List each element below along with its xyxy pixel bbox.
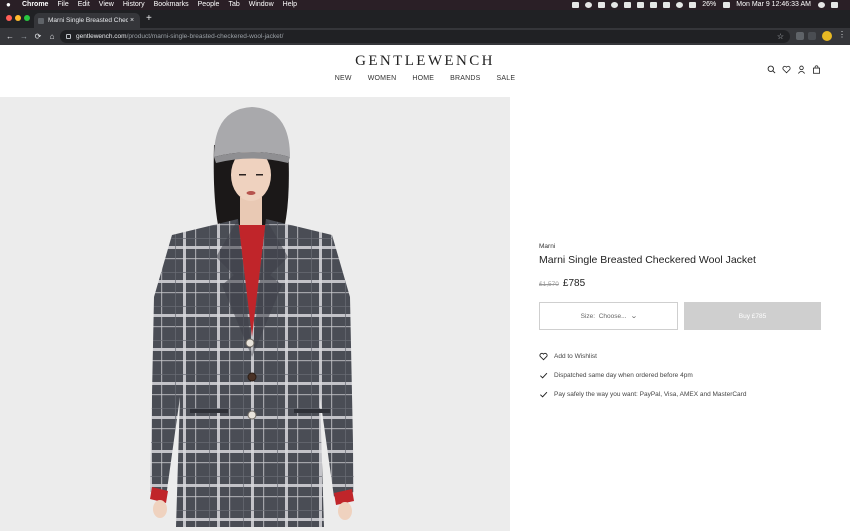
product-brand[interactable]: Marni [539, 243, 829, 250]
battery-percent[interactable]: 26% [702, 0, 716, 10]
volume-icon[interactable] [689, 2, 697, 8]
menu-app-chrome[interactable]: Chrome [22, 0, 48, 10]
size-label: Size: [580, 312, 596, 320]
account-icon[interactable] [797, 65, 806, 74]
url-host: gentlewench.com [76, 33, 127, 40]
browser-menu-icon[interactable]: ⋮ [838, 30, 846, 39]
tab-title: Marni Single Breasted Checkered [48, 17, 128, 24]
new-tab-button[interactable]: + [146, 14, 152, 24]
product-benefits: Add to Wishlist Dispatched same day when… [539, 352, 829, 399]
nav-women[interactable]: WOMEN [368, 75, 397, 82]
battery-icon[interactable] [723, 2, 731, 8]
benefit-dispatch: Dispatched same day when ordered before … [539, 371, 829, 380]
wishlist-label: Add to Wishlist [554, 353, 597, 360]
nav-sale[interactable]: SALE [497, 75, 516, 82]
model-jacket-illustration [150, 107, 354, 527]
spotlight-icon[interactable] [818, 2, 825, 8]
control-center-icon[interactable] [831, 2, 838, 8]
browser-tab-active[interactable]: Marni Single Breasted Checkered × [34, 13, 140, 28]
wifi-icon[interactable] [676, 2, 684, 8]
apple-menu-icon[interactable]: ● [6, 0, 14, 10]
menu-people[interactable]: People [198, 0, 220, 10]
zoom-window-icon[interactable] [24, 15, 30, 21]
site-logo[interactable]: GENTLEWENCH [0, 53, 850, 70]
product-image[interactable] [0, 97, 510, 531]
checkmark-icon [540, 372, 548, 379]
back-button[interactable]: ← [3, 32, 17, 41]
menu-file[interactable]: File [57, 0, 68, 10]
tab-strip: Marni Single Breasted Checkered × + [0, 10, 850, 28]
nav-brands[interactable]: BRANDS [450, 75, 480, 82]
browser-toolbar: ← → ⟳ ⌂ gentlewench.com/product/marni-si… [0, 28, 850, 45]
tab-close-icon[interactable]: × [128, 17, 136, 24]
menubar-clock[interactable]: Mon Mar 9 12:46:33 AM [736, 0, 811, 10]
chevron-down-icon: ⌄ [629, 313, 638, 320]
nav-new[interactable]: NEW [335, 75, 352, 82]
header-icons [767, 65, 821, 74]
bluetooth-icon[interactable] [663, 2, 671, 8]
info-icon[interactable] [611, 2, 619, 8]
close-window-icon[interactable] [6, 15, 12, 21]
notes-icon[interactable] [637, 2, 645, 8]
macos-menu-bar: ● Chrome File Edit View History Bookmark… [0, 0, 850, 10]
dispatch-text: Dispatched same day when ordered before … [554, 372, 693, 379]
menu-help[interactable]: Help [283, 0, 297, 10]
minimize-window-icon[interactable] [15, 15, 21, 21]
lock-icon[interactable] [66, 34, 71, 39]
bookmark-star-icon[interactable]: ☆ [777, 32, 784, 41]
extension-pocket-icon[interactable] [796, 32, 804, 40]
home-button[interactable]: ⌂ [45, 32, 59, 41]
clipboard-icon[interactable] [624, 2, 632, 8]
site-header: GENTLEWENCH NEW WOMEN HOME BRANDS SALE [0, 45, 850, 97]
wishlist-heart-icon[interactable] [782, 65, 791, 74]
menu-view[interactable]: View [99, 0, 114, 10]
menu-window[interactable]: Window [249, 0, 274, 10]
site-favicon-icon [38, 17, 44, 24]
reload-button[interactable]: ⟳ [31, 32, 45, 41]
stack-icon[interactable] [650, 2, 658, 8]
benefit-payment: Pay safely the way you want: PayPal, Vis… [539, 390, 829, 399]
original-price: £1,570 [539, 281, 559, 288]
menu-history[interactable]: History [123, 0, 145, 10]
nav-home[interactable]: HOME [412, 75, 434, 82]
price-row: £1,570 £785 [539, 278, 829, 289]
menu-tab[interactable]: Tab [228, 0, 239, 10]
size-select[interactable]: Size: Choose... ⌄ [539, 302, 678, 330]
extension-icon[interactable] [808, 32, 816, 40]
url-path: /product/marni-single-breasted-checkered… [126, 33, 284, 40]
buy-button[interactable]: Buy £785 [684, 302, 821, 330]
cloud-icon[interactable] [598, 2, 606, 8]
size-value: Choose... [598, 312, 627, 320]
payment-text: Pay safely the way you want: PayPal, Vis… [554, 391, 747, 398]
checkmark-icon [540, 391, 548, 398]
product-details: Marni Marni Single Breasted Checkered Wo… [539, 243, 829, 409]
search-icon[interactable] [767, 65, 776, 74]
shopping-bag-icon[interactable] [812, 65, 821, 74]
menu-edit[interactable]: Edit [78, 0, 90, 10]
clock-icon[interactable] [585, 2, 593, 8]
purchase-actions: Size: Choose... ⌄ Buy £785 [539, 302, 829, 330]
address-bar[interactable]: gentlewench.com/product/marni-single-bre… [60, 30, 790, 43]
main-nav: NEW WOMEN HOME BRANDS SALE [0, 75, 850, 82]
forward-button[interactable]: → [17, 32, 31, 41]
heart-icon [539, 352, 548, 361]
product-title: Marni Single Breasted Checkered Wool Jac… [539, 254, 756, 266]
profile-avatar[interactable] [822, 31, 832, 41]
add-to-wishlist[interactable]: Add to Wishlist [539, 352, 829, 361]
sale-price: £785 [562, 278, 586, 289]
menu-bookmarks[interactable]: Bookmarks [154, 0, 189, 10]
dropbox-icon[interactable] [572, 2, 580, 8]
